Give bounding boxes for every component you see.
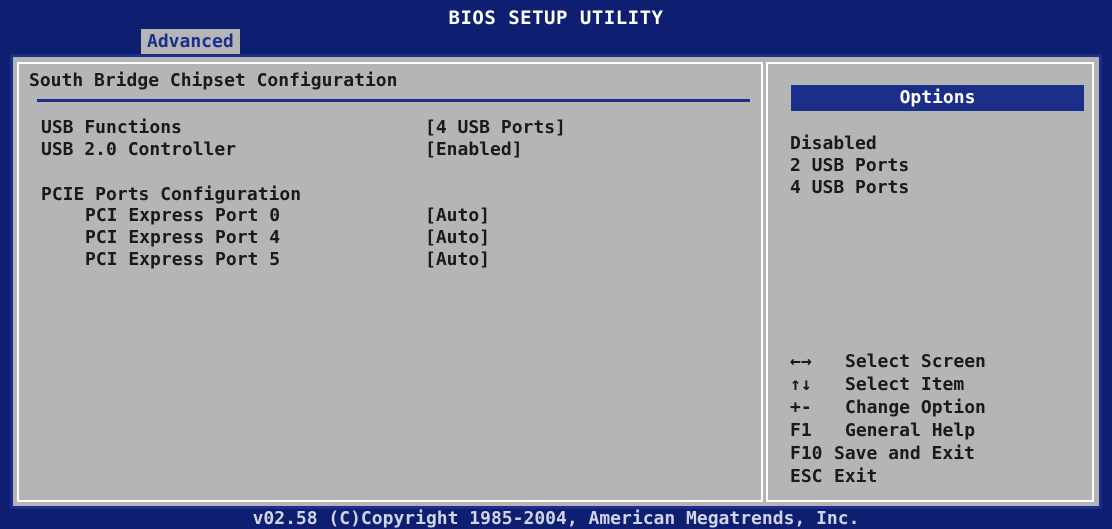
pcie-port-4-value[interactable]: [Auto]: [425, 227, 490, 249]
key-help-save-exit: Save and Exit: [834, 443, 975, 464]
tab-advanced[interactable]: Advanced: [141, 29, 240, 55]
option-item: 2 USB Ports: [790, 155, 910, 176]
key-help-exit: Exit: [834, 466, 878, 487]
key-help-general-help: General Help: [845, 420, 976, 441]
copyright-footer: v02.58 (C)Copyright 1985-2004, American …: [252, 508, 860, 529]
option-item: 4 USB Ports: [790, 177, 910, 198]
pcie-port-0-value[interactable]: [Auto]: [425, 205, 490, 227]
usb-functions-label[interactable]: USB Functions: [41, 117, 182, 139]
pcie-section-heading: PCIE Ports Configuration: [41, 184, 302, 205]
pcie-port-0-label[interactable]: PCI Express Port 0: [85, 205, 280, 227]
heading-separator: [37, 99, 750, 102]
usb-controller-value[interactable]: [Enabled]: [425, 139, 523, 161]
key-plus-minus: +-: [790, 397, 812, 418]
usb-functions-value[interactable]: [4 USB Ports]: [425, 117, 566, 139]
key-f1: F1: [790, 420, 812, 441]
pcie-port-5-value[interactable]: [Auto]: [425, 249, 490, 271]
pcie-port-5-label[interactable]: PCI Express Port 5: [85, 249, 280, 271]
up-down-arrows-icon: ↑↓: [790, 374, 812, 395]
key-help-select-item: Select Item: [845, 374, 965, 395]
options-header: Options: [791, 85, 1084, 111]
key-help-select-screen: Select Screen: [845, 351, 986, 372]
window-title: BIOS SETUP UTILITY: [448, 7, 664, 29]
key-help-change-option: Change Option: [845, 397, 986, 418]
title-bar: BIOS SETUP UTILITY Advanced: [0, 0, 1112, 55]
usb-controller-label[interactable]: USB 2.0 Controller: [41, 139, 236, 161]
page-title: South Bridge Chipset Configuration: [29, 70, 398, 91]
key-esc: ESC: [790, 466, 823, 487]
left-right-arrows-icon: ←→: [790, 351, 812, 372]
pcie-port-4-label[interactable]: PCI Express Port 4: [85, 227, 280, 249]
option-item: Disabled: [790, 133, 877, 154]
key-f10: F10: [790, 443, 823, 464]
